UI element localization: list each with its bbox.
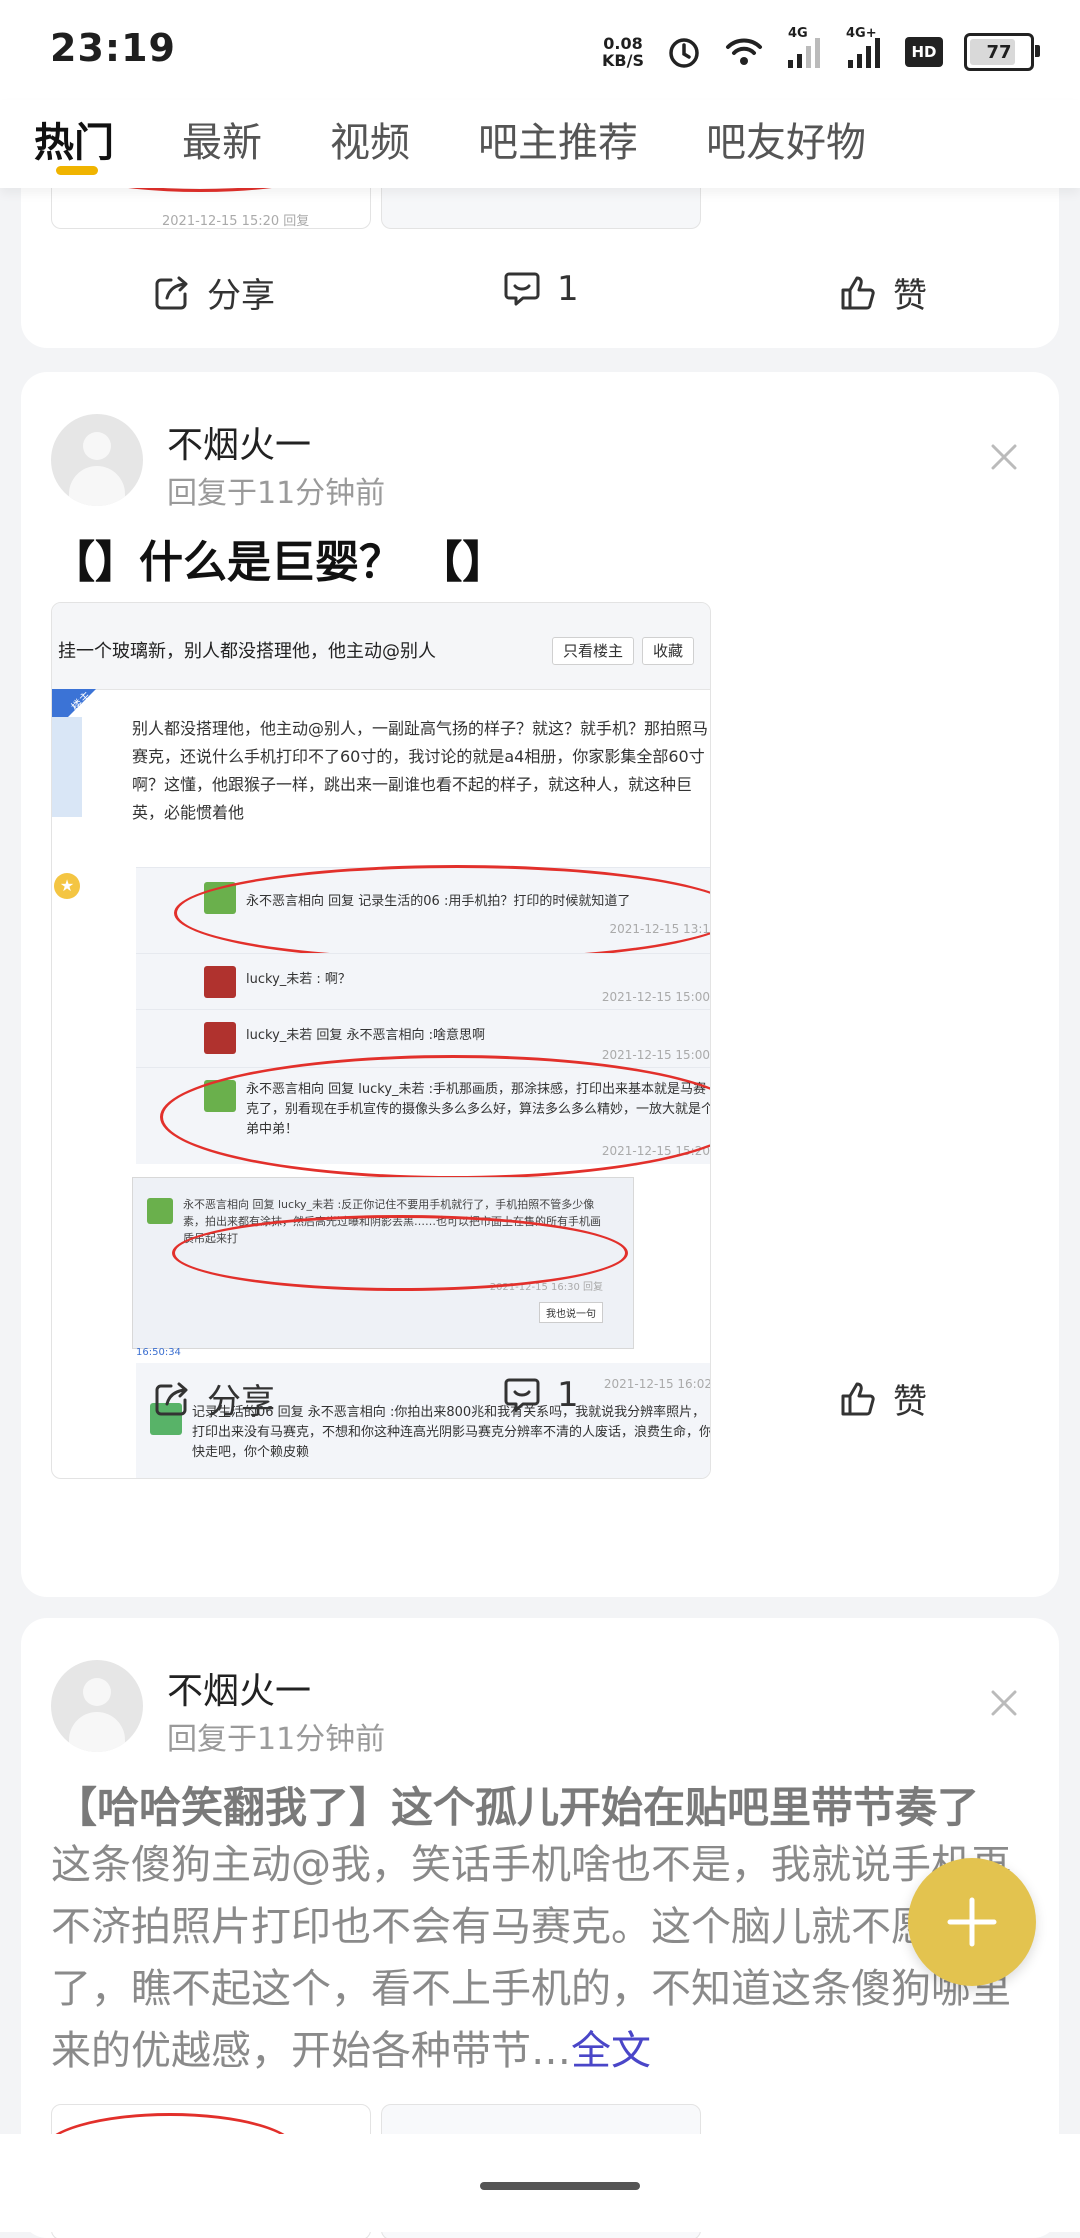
reply-avatar <box>147 1198 173 1224</box>
post-time: 回复于11分钟前 <box>167 1722 386 1757</box>
username[interactable]: 不烟火一 <box>167 416 311 468</box>
share-button[interactable]: 分享 <box>151 268 275 317</box>
status-icons: 0.08 KB/S 4G 4G+ HD 77 <box>602 26 1040 74</box>
avatar[interactable] <box>51 1660 143 1752</box>
image-side-block <box>52 717 82 817</box>
comment-icon <box>504 1378 540 1412</box>
like-button[interactable]: 赞 <box>837 1374 927 1423</box>
share-icon <box>155 276 188 309</box>
username[interactable]: 不烟火一 <box>167 1662 311 1714</box>
tab-hot[interactable]: 热门 <box>34 100 114 175</box>
image-collect-button: 收藏 <box>642 637 695 665</box>
image-reply: lucky_未若 : 啊？ 2021-12-15 15:00 <box>136 953 710 1010</box>
tab-admin-recommend-label: 吧主推荐 <box>478 120 638 166</box>
close-icon[interactable] <box>987 440 1021 474</box>
tab-latest[interactable]: 最新 <box>182 100 262 168</box>
post-card[interactable]: 不烟火一 回复于11分钟前 【】什么是巨婴？ 【】 挂一个玻璃新，别人都没搭理他… <box>21 372 1059 1597</box>
comment-count: 1 <box>557 1375 579 1415</box>
post-actions: 分享 1 赞 <box>21 268 1059 328</box>
alarm-icon <box>664 32 704 72</box>
reply-date: 2021-12-15 15:00 <box>601 1048 710 1062</box>
home-gesture-handle[interactable] <box>480 2182 640 2190</box>
comment-icon <box>504 272 540 306</box>
star-icon: ★ <box>54 873 80 899</box>
battery-icon: 77 <box>964 33 1040 71</box>
image-paragraph: 别人都没搭理他，他主动@别人，一副趾高气扬的样子？就这？就手机？那拍照马赛克，还… <box>132 719 709 822</box>
reply-date: 2021-12-15 15:00 <box>601 990 710 1004</box>
reply-avatar <box>204 1022 236 1054</box>
post-title[interactable]: 【】什么是巨婴？ 【】 <box>51 526 506 590</box>
share-label: 分享 <box>207 1382 275 1422</box>
image-header: 挂一个玻璃新，别人都没搭理他，他主动@别人 只看楼主 收藏 <box>52 603 710 690</box>
wifi-icon <box>724 32 764 72</box>
reply-avatar <box>204 966 236 998</box>
share-icon <box>155 1382 188 1415</box>
tab-good-stuff-label: 吧友好物 <box>706 120 866 166</box>
thumbnail-caption: 2021-12-15 15:20 回复 <box>162 214 310 229</box>
post-actions: 分享 1 赞 <box>21 1374 1059 1434</box>
post-body-text: 这条傻狗主动@我，笑话手机啥也不是，我就说手机再不济拍照片打印也不会有马赛克。这… <box>51 1842 1011 2074</box>
reply-text: lucky_未若 回复 永不恶言相向 :啥意思啊 <box>246 1028 486 1043</box>
status-bar: 23:19 0.08 KB/S 4G 4G+ HD 77 <box>0 0 1080 100</box>
navigation-bar <box>0 2134 1080 2232</box>
hd-icon: HD <box>904 32 944 72</box>
tab-latest-label: 最新 <box>182 120 262 166</box>
comment-count: 1 <box>557 269 579 309</box>
battery-level: 77 <box>986 41 1012 63</box>
post-image[interactable]: 挂一个玻璃新，别人都没搭理他，他主动@别人 只看楼主 收藏 楼主 ★ 别人都没搭… <box>51 602 711 1479</box>
tab-admin-recommend[interactable]: 吧主推荐 <box>478 100 638 168</box>
reply-text: lucky_未若 : 啊？ <box>246 972 351 987</box>
tab-video-label: 视频 <box>330 120 410 166</box>
plus-icon <box>947 1897 997 1947</box>
thumbs-up-icon <box>841 1382 875 1415</box>
tab-good-stuff[interactable]: 吧友好物 <box>706 100 866 168</box>
red-circle-mark <box>174 865 710 961</box>
like-button[interactable]: 赞 <box>837 268 927 317</box>
like-label: 赞 <box>893 1382 927 1422</box>
comment-button[interactable]: 1 <box>501 268 579 310</box>
post-time: 回复于11分钟前 <box>167 476 386 511</box>
image-timestamp: 16:50:34 <box>136 1347 181 1358</box>
status-time: 23:19 <box>50 26 176 70</box>
signal-4g-label: 4G <box>788 26 808 41</box>
close-icon[interactable] <box>987 1686 1021 1720</box>
net-speed-value: 0.08 <box>603 34 643 53</box>
image-only-op-button: 只看楼主 <box>552 637 635 665</box>
like-label: 赞 <box>893 276 927 316</box>
comment-button[interactable]: 1 <box>501 1374 579 1416</box>
net-speed-unit: KB/S <box>602 51 644 70</box>
hd-label: HD <box>905 37 943 67</box>
post-title[interactable]: 【哈哈笑翻我了】这个孤儿开始在贴吧里带节奏了 <box>55 1774 979 1835</box>
post-body[interactable]: 这条傻狗主动@我，笑话手机啥也不是，我就说手机再不济拍照片打印也不会有马赛克。这… <box>51 1834 1029 2082</box>
image-header-title: 挂一个玻璃新，别人都没搭理他，他主动@别人 <box>58 641 436 662</box>
tab-bar: 热门 最新 视频 吧主推荐 吧友好物 <box>0 100 1080 188</box>
signal-4g-icon: 4G <box>784 26 824 72</box>
avatar[interactable] <box>51 414 143 506</box>
net-speed: 0.08 KB/S <box>602 35 644 69</box>
create-post-button[interactable] <box>908 1858 1036 1986</box>
share-button[interactable]: 分享 <box>151 1374 275 1423</box>
full-text-link[interactable]: 全文 <box>571 2028 651 2074</box>
tab-video[interactable]: 视频 <box>330 100 410 168</box>
tab-hot-label: 热门 <box>34 120 114 166</box>
nested-reply-button: 我也说一句 <box>539 1302 603 1323</box>
thumbs-up-icon <box>841 276 875 309</box>
signal-4gplus-icon: 4G+ <box>844 26 884 72</box>
red-circle-mark <box>172 1215 628 1291</box>
tab-active-indicator <box>56 166 98 175</box>
signal-4gplus-label: 4G+ <box>846 26 877 41</box>
share-label: 分享 <box>207 276 275 316</box>
